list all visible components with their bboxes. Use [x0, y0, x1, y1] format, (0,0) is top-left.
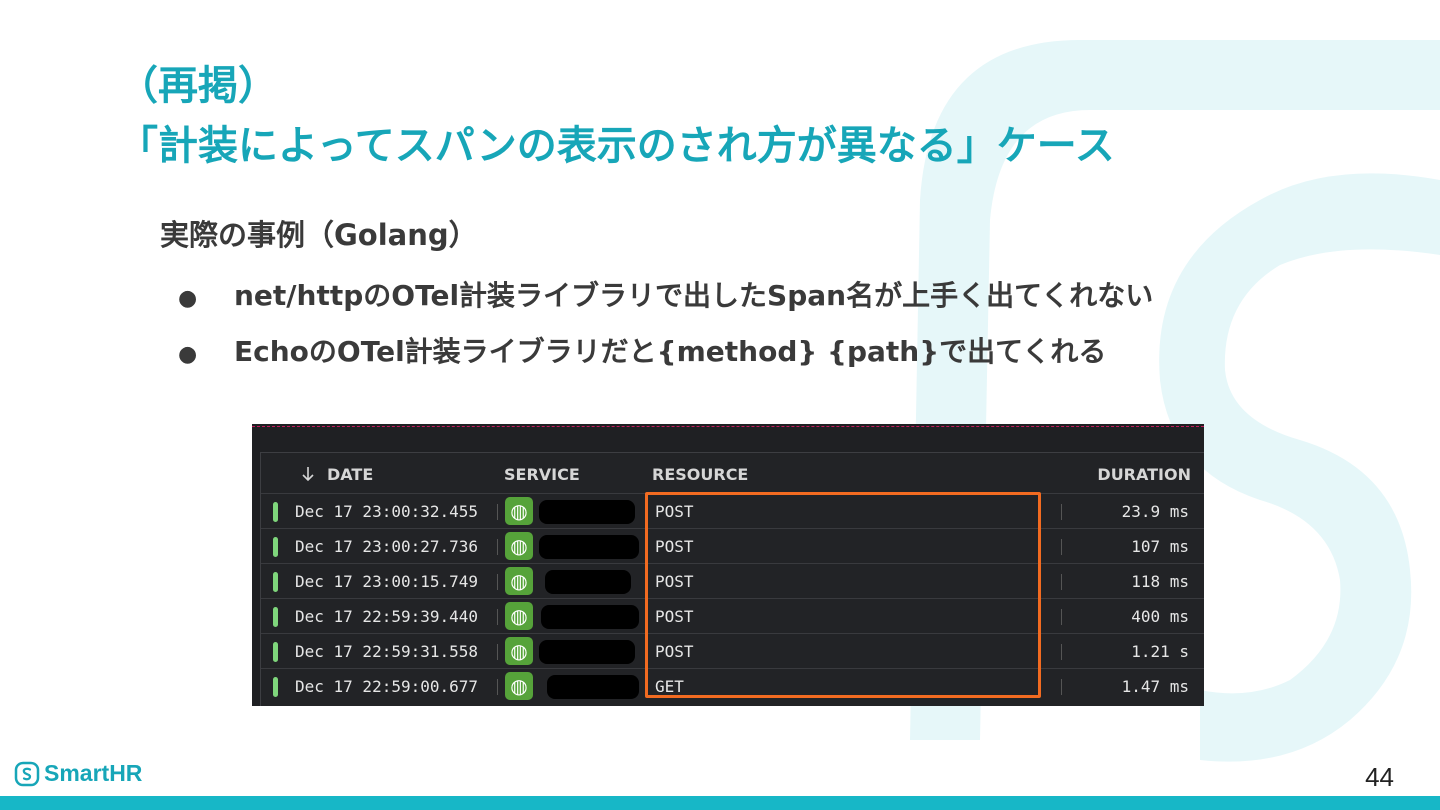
status-indicator — [273, 537, 278, 557]
row-duration: 118 ms — [1131, 572, 1189, 591]
bullet-text: net/httpのOTel計装ライブラリで出したSpan名が上手く出てくれない — [234, 279, 1154, 312]
redacted-service-name — [539, 640, 635, 664]
resource-column-highlight-box — [645, 492, 1041, 698]
slide-subtitle: 実際の事例（Golang） — [160, 218, 478, 252]
status-indicator — [273, 677, 278, 697]
bullet-list: ● net/httpのOTel計装ライブラリで出したSpan名が上手く出てくれない… — [178, 274, 1153, 386]
bullet-text: EchoのOTel計装ライブラリだと{method} {path}で出てくれる — [234, 335, 1107, 368]
column-separator — [497, 504, 498, 520]
globe-icon: ◍ — [505, 602, 533, 630]
column-separator — [497, 679, 498, 695]
redacted-service-name — [539, 535, 639, 559]
bullet-item: ● EchoのOTel計装ライブラリだと{method} {path}で出てくれる — [178, 330, 1153, 386]
smarthr-logo: SmartHR — [14, 760, 142, 787]
footer-bar — [0, 796, 1440, 810]
status-indicator — [273, 607, 278, 627]
column-separator — [497, 574, 498, 590]
column-separator — [1061, 539, 1062, 555]
column-separator — [497, 539, 498, 555]
row-date: Dec 17 22:59:00.677 — [295, 677, 479, 696]
column-header-resource[interactable]: RESOURCE — [652, 465, 748, 484]
row-duration: 1.47 ms — [1121, 677, 1189, 696]
row-date: Dec 17 23:00:15.749 — [295, 572, 479, 591]
column-separator — [497, 644, 498, 660]
page-number: 44 — [1365, 762, 1394, 792]
globe-icon: ◍ — [505, 567, 533, 595]
row-duration: 23.9 ms — [1121, 502, 1189, 521]
globe-icon: ◍ — [505, 532, 533, 560]
row-date: Dec 17 23:00:32.455 — [295, 502, 479, 521]
redacted-service-name — [539, 500, 635, 524]
row-date: Dec 17 22:59:31.558 — [295, 642, 479, 661]
column-header-service[interactable]: SERVICE — [504, 465, 580, 484]
dashed-divider — [252, 426, 1204, 427]
row-date: Dec 17 22:59:39.440 — [295, 607, 479, 626]
bullet-dot: ● — [178, 342, 198, 367]
redacted-service-name — [545, 570, 631, 594]
column-separator — [1061, 574, 1062, 590]
column-separator — [1061, 504, 1062, 520]
status-indicator — [273, 502, 278, 522]
globe-icon: ◍ — [505, 497, 533, 525]
slide-title-line1: （再掲） — [118, 63, 278, 109]
status-indicator — [273, 572, 278, 592]
row-duration: 400 ms — [1131, 607, 1189, 626]
column-separator — [1061, 644, 1062, 660]
redacted-service-name — [541, 605, 639, 629]
column-header-duration[interactable]: DURATION — [1097, 465, 1191, 484]
logo-text: SmartHR — [44, 760, 143, 786]
globe-icon: ◍ — [505, 672, 533, 700]
column-separator — [1061, 609, 1062, 625]
sort-arrow-down-icon[interactable] — [301, 465, 315, 484]
bullet-dot: ● — [178, 286, 198, 311]
status-indicator — [273, 642, 278, 662]
smarthr-s-icon — [14, 761, 40, 786]
bullet-item: ● net/httpのOTel計装ライブラリで出したSpan名が上手く出てくれない — [178, 274, 1153, 330]
row-duration: 1.21 s — [1131, 642, 1189, 661]
redacted-service-name — [547, 675, 639, 699]
row-date: Dec 17 23:00:27.736 — [295, 537, 479, 556]
row-duration: 107 ms — [1131, 537, 1189, 556]
slide-title-line2: 「計装によってスパンの表示のされ方が異なる」ケース — [118, 123, 1115, 169]
column-separator — [1061, 679, 1062, 695]
globe-icon: ◍ — [505, 637, 533, 665]
column-header-date[interactable]: DATE — [327, 465, 373, 484]
table-header: DATE SERVICE RESOURCE DURATION — [261, 453, 1204, 493]
column-separator — [497, 609, 498, 625]
